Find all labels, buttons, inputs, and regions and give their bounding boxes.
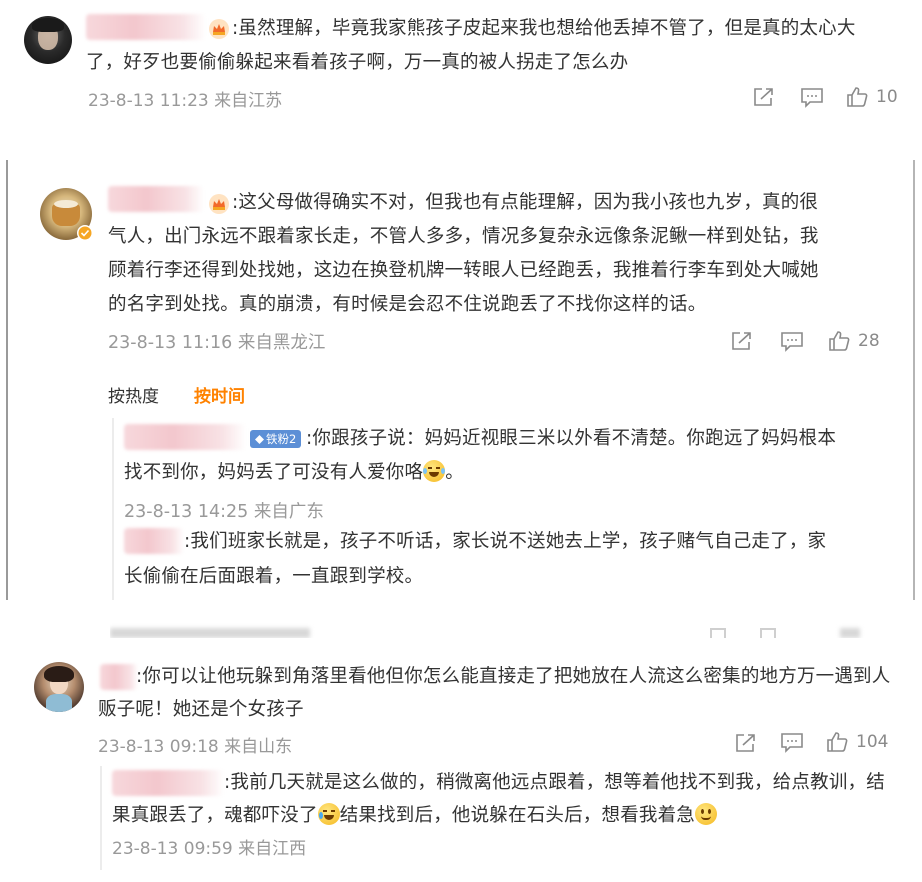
comment-timestamp: 23-8-13 09:18 来自山东: [98, 737, 293, 757]
laughing-emoji-icon: [423, 460, 446, 482]
username-redacted[interactable]: [100, 664, 138, 690]
reply-divider: [100, 766, 102, 870]
verified-icon: [77, 225, 93, 241]
like-button[interactable]: 10: [846, 86, 898, 108]
comment-icon: [781, 332, 803, 352]
panel-right-border: [913, 160, 915, 600]
username-redacted[interactable]: [112, 770, 224, 796]
comment-timestamp: 23-8-13 11:16 来自黑龙江: [108, 333, 326, 353]
share-button[interactable]: [734, 732, 758, 754]
username-redacted[interactable]: [86, 14, 206, 40]
comment-text-continued: 顾着行李还得到处找她，这边在换登机牌一转眼人已经跑丢，我推着行李车到处大喊她: [108, 260, 819, 281]
comment-text-continued: 贩子呢！她还是个女孩子: [98, 699, 304, 720]
crown-icon: [209, 19, 229, 39]
comment-icon: [801, 88, 823, 108]
reply-text-continued: 果真跟丢了，魂都吓没了 结果找到后，他说躲在石头后，想看我着急: [112, 799, 718, 833]
share-icon: [732, 332, 751, 350]
reply-text-continued: 长偷偷在后面跟着，一直跟到学校。: [124, 566, 424, 587]
reply-text: :我前几天就是这么做的，稍微离他远点跟着，想等着他找不到我，给点教训，结: [224, 772, 885, 793]
tab-sort-by-time[interactable]: 按时间: [194, 382, 245, 407]
comment-button[interactable]: [780, 731, 804, 753]
reply-text: :你跟孩子说：妈妈近视眼三米以外看不清楚。你跑远了妈妈根本: [306, 428, 837, 449]
share-icon: [736, 734, 755, 752]
fan-badge: 铁粉2: [250, 430, 302, 448]
crown-icon: [209, 194, 229, 214]
username-redacted[interactable]: [124, 424, 246, 450]
like-count: 10: [876, 87, 898, 107]
cropped-row: [110, 622, 910, 638]
tab-sort-by-heat[interactable]: 按热度: [108, 382, 159, 407]
like-icon: [847, 87, 868, 107]
username-redacted[interactable]: [124, 528, 184, 554]
comment-text: :这父母做得确实不对，但我也有点能理解，因为我小孩也九岁，真的很: [232, 192, 819, 213]
comment-text-continued: 了，好歹也要偷偷躲起来看着孩子啊，万一真的被人拐走了怎么办: [86, 52, 629, 73]
share-button[interactable]: [752, 86, 776, 108]
share-icon: [754, 88, 773, 106]
like-button[interactable]: 28: [828, 330, 880, 352]
crying-laughing-emoji-icon: [317, 803, 340, 825]
comment-timestamp: 23-8-13 11:23 来自江苏: [88, 91, 283, 111]
like-count: 28: [858, 331, 880, 351]
like-icon: [829, 331, 850, 351]
username-redacted[interactable]: [108, 186, 204, 212]
avatar[interactable]: [34, 662, 84, 712]
comment-icon: [781, 733, 803, 753]
diamond-icon: [255, 434, 264, 444]
comment-text: :你可以让他玩躲到角落里看他但你怎么能直接走了把她放在人流这么密集的地方万一遇到…: [136, 666, 891, 687]
reply-timestamp: 23-8-13 14:25 来自广东: [124, 502, 324, 522]
reply-text-continued: 找不到你，妈妈丢了可没有人爱你咯 。: [124, 460, 464, 483]
like-count: 104: [856, 732, 889, 752]
avatar[interactable]: [24, 16, 72, 64]
comment-text-continued: 气人，出门永远不跟着家长走，不管人多多，情况多复杂永远像条泥鳅一样到处钻，我: [108, 226, 819, 247]
reply-timestamp: 23-8-13 09:59 来自江西: [112, 839, 307, 859]
comment-text: :虽然理解，毕竟我家熊孩子皮起来我也想给他丢掉不管了，但是真的太心大: [232, 18, 856, 39]
share-button[interactable]: [730, 330, 754, 352]
like-button[interactable]: 104: [826, 731, 888, 753]
reply-divider: [112, 418, 114, 600]
comment-button[interactable]: [800, 86, 824, 108]
comment-button[interactable]: [780, 330, 804, 352]
reply-text: :我们班家长就是，孩子不听话，家长说不送她去上学，孩子赌气自己走了，家: [184, 531, 827, 552]
comment-text-continued: 的名字到处找。真的崩溃，有时候是会忍不住说跑丢了不找你这样的话。: [108, 294, 707, 315]
smile-emoji-icon: [695, 803, 718, 825]
panel-left-border: [6, 160, 8, 600]
like-icon: [827, 732, 848, 752]
